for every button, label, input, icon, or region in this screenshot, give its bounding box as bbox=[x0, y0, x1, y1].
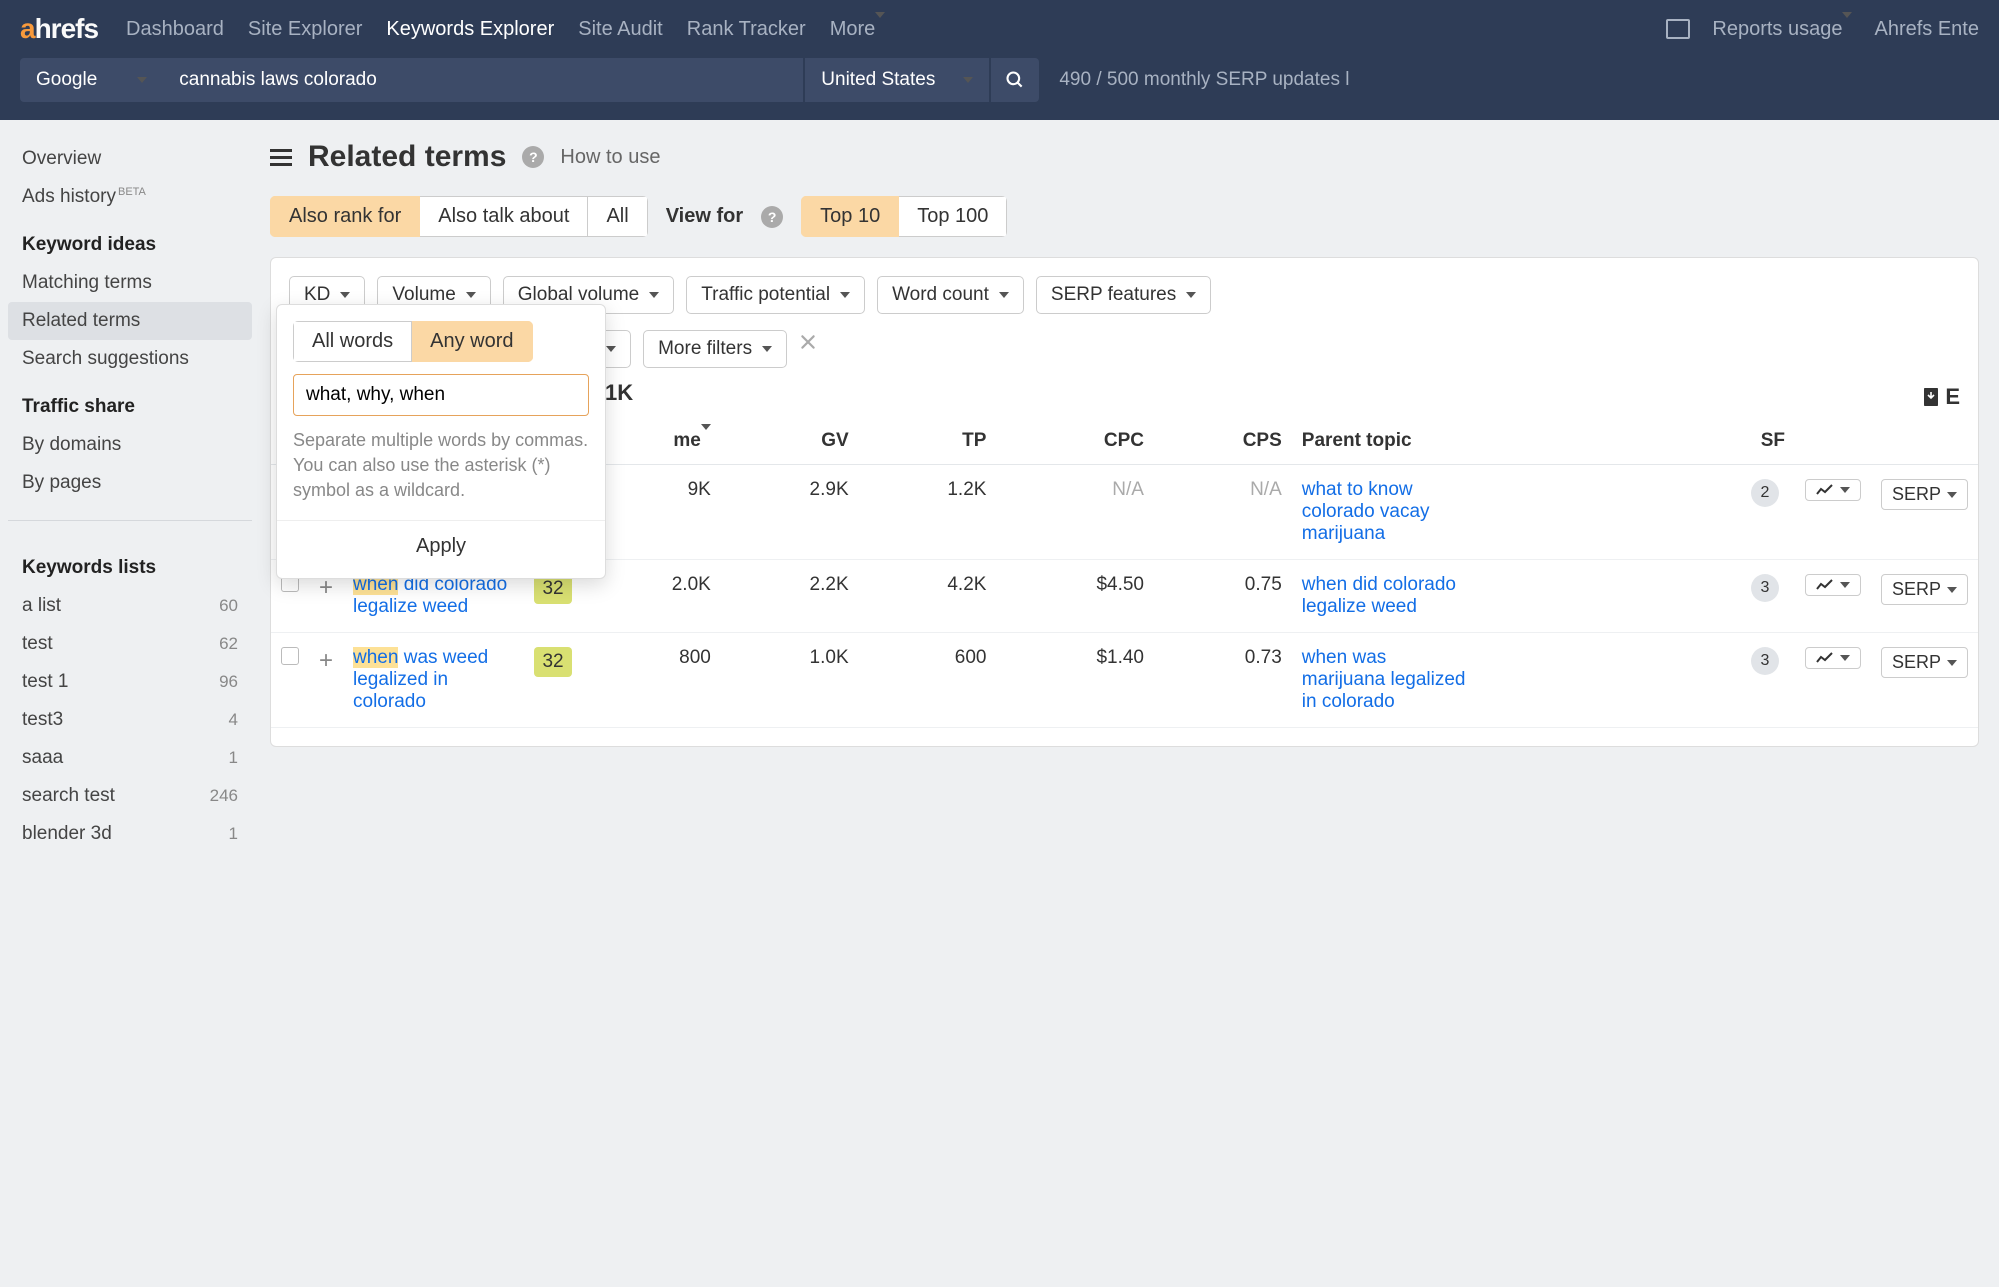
sf-badge[interactable]: 3 bbox=[1751, 574, 1779, 602]
chart-button[interactable] bbox=[1805, 647, 1861, 669]
serp-status: 490 / 500 monthly SERP updates l bbox=[1059, 69, 1349, 91]
nav-site-explorer[interactable]: Site Explorer bbox=[248, 18, 363, 41]
sidebar-item-by-pages[interactable]: By pages bbox=[8, 464, 252, 502]
country-select[interactable]: United States bbox=[805, 58, 989, 102]
mode-all-words[interactable]: All words bbox=[293, 321, 412, 362]
sidebar: OverviewAds historyBETAKeyword ideasMatc… bbox=[0, 120, 260, 873]
tab-top-100[interactable]: Top 100 bbox=[899, 196, 1007, 237]
sidebar-item-overview[interactable]: Overview bbox=[8, 140, 252, 178]
nav-more[interactable]: More bbox=[830, 18, 886, 41]
sidebar-item-search-suggestions[interactable]: Search suggestions bbox=[8, 340, 252, 378]
sidebar-heading: Traffic share bbox=[8, 378, 252, 426]
nav-keywords-explorer[interactable]: Keywords Explorer bbox=[386, 18, 554, 41]
filter-traffic-potential[interactable]: Traffic potential bbox=[686, 276, 865, 314]
parent-topic-link[interactable]: when did colorado legalize weed bbox=[1302, 574, 1472, 618]
top-nav: Dashboard Site Explorer Keywords Explorer S… bbox=[126, 18, 1666, 41]
page-title: Related terms bbox=[308, 140, 506, 174]
include-words-input[interactable] bbox=[293, 374, 589, 416]
chart-button[interactable] bbox=[1805, 574, 1861, 596]
parent-topic-link[interactable]: when was marijuana legalized in colorado bbox=[1302, 647, 1472, 713]
view-for-label: View for bbox=[666, 205, 743, 228]
logo[interactable]: ahrefs bbox=[20, 13, 98, 45]
help-icon[interactable]: ? bbox=[761, 206, 783, 228]
keyword-link[interactable]: when was weed legalized in colorado bbox=[353, 647, 513, 713]
include-hint: Separate multiple words by commas. You c… bbox=[293, 428, 589, 504]
tab-also-talk-about[interactable]: Also talk about bbox=[420, 196, 588, 237]
how-to-use[interactable]: How to use bbox=[560, 146, 660, 169]
search-engine-select[interactable]: Google bbox=[20, 58, 163, 102]
account-name[interactable]: Ahrefs Ente bbox=[1874, 18, 1979, 41]
clear-all-icon[interactable] bbox=[799, 330, 817, 368]
sidebar-item-related-terms[interactable]: Related terms bbox=[8, 302, 252, 340]
volume-partial: 1K bbox=[605, 380, 633, 406]
chart-button[interactable] bbox=[1805, 479, 1861, 501]
more-filters[interactable]: More filters bbox=[643, 330, 787, 368]
sidebar-item-saaa[interactable]: saaa1 bbox=[8, 739, 252, 777]
sidebar-item-matching-terms[interactable]: Matching terms bbox=[8, 264, 252, 302]
mode-any-word[interactable]: Any word bbox=[412, 321, 532, 362]
keyword-input[interactable] bbox=[163, 58, 803, 102]
sidebar-heading: Keyword ideas bbox=[8, 216, 252, 264]
sidebar-item-ads-history[interactable]: Ads historyBETA bbox=[8, 178, 252, 216]
sidebar-item-by-domains[interactable]: By domains bbox=[8, 426, 252, 464]
tab-top-10[interactable]: Top 10 bbox=[801, 196, 899, 237]
serp-button[interactable]: SERP bbox=[1881, 647, 1968, 678]
sidebar-item-test3[interactable]: test34 bbox=[8, 701, 252, 739]
help-icon[interactable]: ? bbox=[522, 146, 544, 168]
search-button[interactable] bbox=[991, 58, 1039, 102]
sidebar-item-search-test[interactable]: search test246 bbox=[8, 777, 252, 815]
reports-usage[interactable]: Reports usage bbox=[1712, 18, 1852, 41]
export-button[interactable]: E bbox=[1923, 384, 1960, 410]
desktop-icon[interactable] bbox=[1666, 19, 1690, 39]
hamburger-icon[interactable] bbox=[270, 149, 292, 166]
logo-rest: hrefs bbox=[35, 13, 98, 45]
sidebar-heading: Keywords lists bbox=[8, 539, 252, 587]
add-icon[interactable]: + bbox=[319, 647, 333, 674]
sf-badge[interactable]: 3 bbox=[1751, 647, 1779, 675]
nav-rank-tracker[interactable]: Rank Tracker bbox=[687, 18, 806, 41]
sidebar-item-a-list[interactable]: a list60 bbox=[8, 587, 252, 625]
kd-badge: 32 bbox=[534, 647, 572, 677]
keyword-link[interactable]: when did colorado legalize weed bbox=[353, 574, 513, 618]
nav-dashboard[interactable]: Dashboard bbox=[126, 18, 224, 41]
logo-a: a bbox=[20, 13, 35, 45]
serp-button[interactable]: SERP bbox=[1881, 479, 1968, 510]
sf-badge[interactable]: 2 bbox=[1751, 479, 1779, 507]
row-checkbox[interactable] bbox=[281, 647, 299, 665]
sidebar-item-blender-3d[interactable]: blender 3d1 bbox=[8, 815, 252, 853]
apply-button[interactable]: Apply bbox=[277, 520, 605, 562]
nav-site-audit[interactable]: Site Audit bbox=[578, 18, 663, 41]
filter-serp-features[interactable]: SERP features bbox=[1036, 276, 1211, 314]
sidebar-item-test-1[interactable]: test 196 bbox=[8, 663, 252, 701]
parent-topic-link[interactable]: what to know colorado vacay marijuana bbox=[1302, 479, 1472, 545]
filter-word-count[interactable]: Word count bbox=[877, 276, 1024, 314]
include-filter-popup: All wordsAny word Separate multiple word… bbox=[276, 304, 606, 579]
tab-also-rank-for[interactable]: Also rank for bbox=[270, 196, 420, 237]
tab-all[interactable]: All bbox=[588, 196, 647, 237]
sidebar-item-test[interactable]: test62 bbox=[8, 625, 252, 663]
table-row: +when was weed legalized in colorado3280… bbox=[271, 633, 1978, 728]
serp-button[interactable]: SERP bbox=[1881, 574, 1968, 605]
